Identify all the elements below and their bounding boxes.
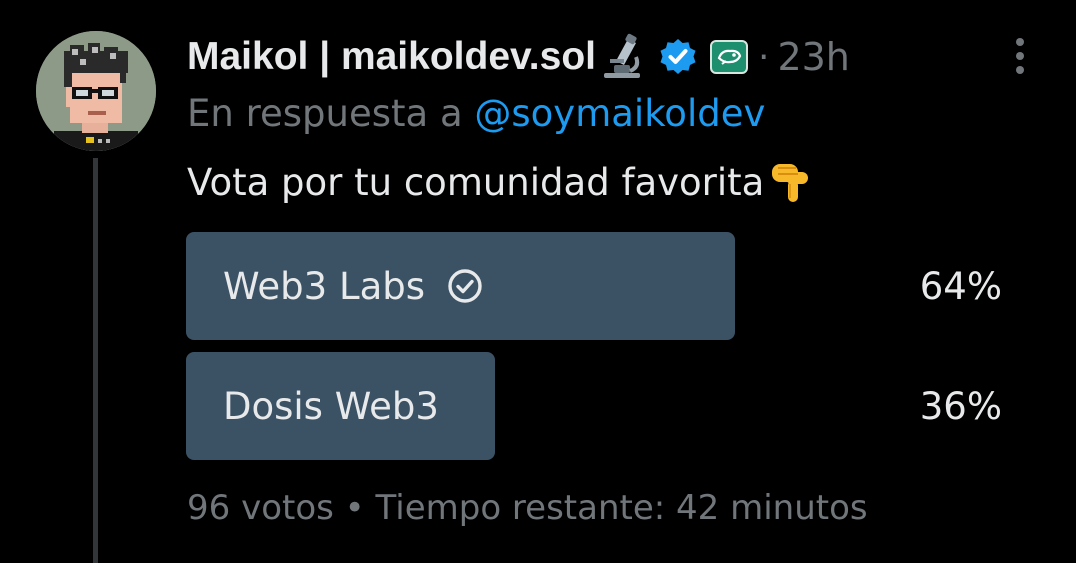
avatar[interactable] bbox=[36, 31, 156, 151]
poll-option-label: Web3 Labs bbox=[223, 232, 483, 340]
poll-option-1-label: Web3 Labs bbox=[223, 264, 426, 308]
pixel-art-avatar-icon bbox=[36, 31, 156, 151]
tweet-header: Maikol | maikoldev.sol · 23h bbox=[187, 28, 850, 86]
microscope-icon bbox=[600, 33, 644, 81]
poll-footer-separator: • bbox=[344, 488, 365, 528]
check-circle-icon bbox=[447, 268, 483, 304]
thread-line bbox=[93, 158, 98, 563]
verified-badge-icon[interactable] bbox=[658, 37, 698, 77]
poll-footer: 96 votos • Tiempo restante: 42 minutos bbox=[187, 488, 868, 528]
backhand-index-pointing-down-icon bbox=[768, 158, 814, 206]
reply-mention-link[interactable]: @soymaikoldev bbox=[474, 92, 765, 135]
poll-votes: 96 votos bbox=[187, 488, 334, 528]
reply-prefix: En respuesta a bbox=[187, 92, 463, 135]
header-dot-separator: · bbox=[758, 36, 770, 78]
reply-context: En respuesta a @soymaikoldev bbox=[187, 92, 765, 135]
tweet-text: Vota por tu comunidad favorita bbox=[187, 158, 814, 206]
poll-time-left: Tiempo restante: 42 minutos bbox=[375, 488, 868, 528]
poll-option-1[interactable]: Web3 Labs 64% bbox=[186, 232, 1016, 340]
affiliate-badge-icon[interactable] bbox=[710, 40, 748, 74]
more-options-icon[interactable] bbox=[1008, 36, 1032, 76]
timestamp[interactable]: 23h bbox=[777, 35, 849, 79]
poll-option-2[interactable]: Dosis Web3 36% bbox=[186, 352, 1016, 460]
tweet[interactable]: Maikol | maikoldev.sol · 23h En respuest… bbox=[0, 0, 1076, 563]
poll-option-1-percent: 64% bbox=[919, 264, 1002, 308]
poll-option-2-percent: 36% bbox=[919, 384, 1002, 428]
poll-option-2-label: Dosis Web3 bbox=[223, 384, 439, 428]
poll-option-label: Dosis Web3 bbox=[223, 352, 439, 460]
tweet-text-content: Vota por tu comunidad favorita bbox=[187, 160, 765, 204]
display-name[interactable]: Maikol | maikoldev.sol bbox=[187, 35, 596, 79]
